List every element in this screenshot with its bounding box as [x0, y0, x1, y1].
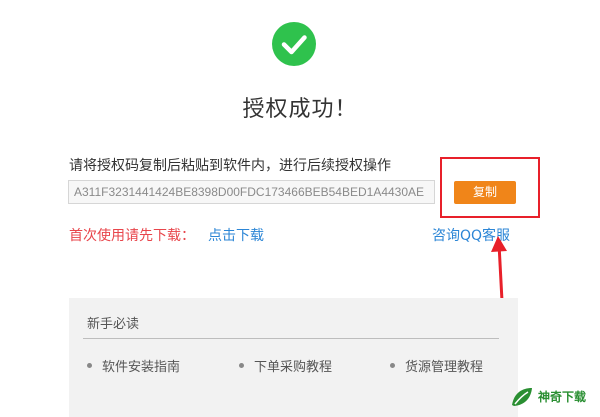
guide-item-order[interactable]: 下单采购教程 [239, 356, 332, 375]
guide-title: 新手必读 [87, 317, 140, 332]
bullet-icon [239, 363, 244, 368]
guide-panel: 新手必读 软件安装指南 下单采购教程 货源管理教程 [69, 298, 518, 417]
bullet-icon [390, 363, 395, 368]
site-watermark: 神奇下载 [508, 383, 598, 411]
watermark-text: 神奇下载 [538, 390, 587, 404]
guide-item-install[interactable]: 软件安装指南 [87, 356, 180, 375]
guide-item-supply[interactable]: 货源管理教程 [390, 356, 483, 375]
leaf-logo-icon [512, 388, 532, 406]
guide-divider [83, 338, 499, 339]
bullet-icon [87, 363, 92, 368]
